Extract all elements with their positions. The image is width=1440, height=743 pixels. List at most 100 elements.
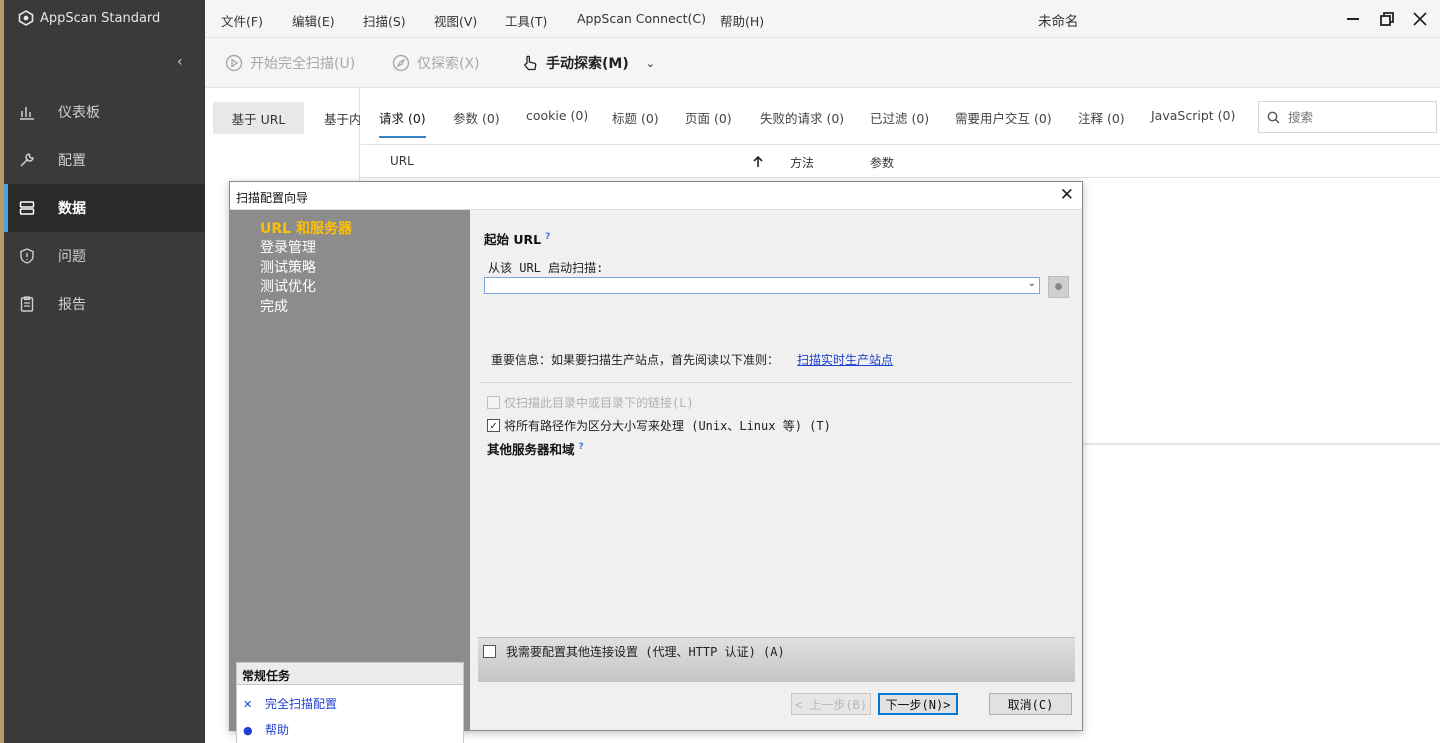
tab-javascript[interactable]: JavaScript (0) bbox=[1151, 108, 1235, 123]
document-title: 未命名 bbox=[1038, 14, 1079, 30]
menu-edit[interactable]: 编辑(E) bbox=[292, 11, 335, 30]
start-full-scan-label: 开始完全扫描(U) bbox=[250, 56, 356, 72]
start-url-title: 起始 URL bbox=[484, 232, 542, 247]
menu-scan[interactable]: 扫描(S) bbox=[363, 11, 406, 30]
dialog-title-bar: 扫描配置向导 ✕ bbox=[230, 182, 1082, 210]
minimize-icon[interactable] bbox=[1342, 8, 1364, 30]
menu-help[interactable]: 帮助(H) bbox=[720, 11, 764, 30]
case-sensitive-option: ✓ 将所有路径作为区分大小写来处理 (Unix、Linux 等) (T) bbox=[487, 417, 831, 434]
chevron-down-icon[interactable]: ⌄ bbox=[1028, 278, 1036, 289]
menu-tools[interactable]: 工具(T) bbox=[505, 11, 547, 30]
panel-divider bbox=[1083, 443, 1440, 445]
tab-failed-requests[interactable]: 失败的请求 (0) bbox=[760, 108, 844, 127]
next-button[interactable]: 下一步(N)> bbox=[878, 693, 958, 715]
close-icon[interactable]: ✕ bbox=[1060, 185, 1074, 205]
compass-icon bbox=[392, 54, 410, 72]
sort-ascending-icon[interactable] bbox=[752, 155, 764, 168]
dir-only-checkbox[interactable] bbox=[487, 396, 500, 409]
manual-explore-button[interactable]: 手动探索(M) ⌄ bbox=[521, 53, 655, 73]
sidebar-item-label: 报告 bbox=[58, 297, 86, 313]
tab-content-based[interactable]: 基于内 bbox=[304, 102, 360, 134]
sidebar-item-label: 仪表板 bbox=[58, 105, 100, 121]
menu-bar: 文件(F) 编辑(E) 扫描(S) 视图(V) 工具(T) AppScan Co… bbox=[205, 0, 1440, 38]
connection-settings-checkbox[interactable] bbox=[483, 645, 496, 658]
tab-url-based[interactable]: 基于 URL bbox=[213, 102, 304, 134]
other-servers-title: 其他服务器和域 bbox=[487, 442, 575, 457]
explore-only-button[interactable]: 仅探索(X) bbox=[392, 53, 480, 73]
search-icon bbox=[1267, 111, 1280, 123]
sidebar-item-label: 数据 bbox=[58, 201, 86, 217]
task-label: 帮助 bbox=[265, 723, 290, 737]
wizard-content: 起始 URL? 从该 URL 启动扫描: ⌄ ● 重要信息：如果要扫描生产站点，… bbox=[470, 210, 1082, 730]
menu-appscan-connect[interactable]: AppScan Connect(C) bbox=[577, 11, 706, 26]
sidebar-item-reports[interactable]: 报告 bbox=[4, 280, 205, 328]
database-icon bbox=[19, 201, 35, 215]
case-sensitive-label: 将所有路径作为区分大小写来处理 (Unix、Linux 等) (T) bbox=[504, 419, 831, 433]
manual-explore-label: 手动探索(M) bbox=[546, 56, 629, 72]
step-complete[interactable]: 完成 bbox=[260, 296, 288, 316]
tab-headers[interactable]: 标题 (0) bbox=[612, 108, 659, 127]
column-method[interactable]: 方法 bbox=[790, 154, 814, 171]
production-site-link[interactable]: 扫描实时生产站点 bbox=[797, 351, 893, 368]
column-parameters[interactable]: 参数 bbox=[870, 154, 894, 171]
step-login-management[interactable]: 登录管理 bbox=[260, 237, 316, 257]
restore-icon[interactable] bbox=[1376, 8, 1398, 30]
connection-settings-label: 我需要配置其他连接设置 (代理、HTTP 认证) (A) bbox=[506, 645, 785, 659]
tab-parameters[interactable]: 参数 (0) bbox=[453, 108, 500, 127]
tab-pages[interactable]: 页面 (0) bbox=[685, 108, 732, 127]
tab-filtered[interactable]: 已过滤 (0) bbox=[870, 108, 929, 127]
tab-comments[interactable]: 注释 (0) bbox=[1078, 108, 1125, 127]
cancel-button[interactable]: 取消(C) bbox=[989, 693, 1072, 715]
task-label: 完全扫描配置 bbox=[265, 697, 338, 711]
close-window-icon[interactable] bbox=[1409, 8, 1431, 30]
collapse-sidebar-icon[interactable]: ‹ bbox=[177, 54, 183, 70]
start-full-scan-button[interactable]: 开始完全扫描(U) bbox=[225, 53, 355, 73]
help-question-icon[interactable]: ? bbox=[545, 232, 550, 242]
explore-only-label: 仅探索(X) bbox=[417, 56, 480, 72]
wizard-steps-panel: URL 和服务器 登录管理 测试策略 测试优化 完成 常规任务 ✕ 完全扫描配置… bbox=[230, 210, 470, 743]
task-full-scan-config[interactable]: ✕ 完全扫描配置 bbox=[243, 695, 337, 712]
step-test-optimization[interactable]: 测试优化 bbox=[260, 276, 316, 296]
bar-chart-icon bbox=[20, 107, 34, 120]
tab-requests[interactable]: 请求 (0) bbox=[379, 108, 426, 138]
sidebar-item-dashboard[interactable]: 仪表板 bbox=[4, 88, 205, 136]
tab-cookies[interactable]: cookie (0) bbox=[526, 108, 588, 123]
search-input[interactable] bbox=[1288, 109, 1418, 125]
step-url-servers[interactable]: URL 和服务器 bbox=[260, 218, 352, 238]
tab-user-interaction[interactable]: 需要用户交互 (0) bbox=[955, 108, 1052, 127]
other-servers-section: 其他服务器和域? bbox=[487, 439, 584, 458]
brand: AppScan Standard bbox=[18, 10, 160, 26]
start-url-combobox[interactable]: ⌄ bbox=[484, 277, 1040, 294]
dir-only-label: 仅扫描此目录中或目录下的链接(L) bbox=[504, 396, 694, 410]
dot-icon: ● bbox=[1054, 282, 1063, 292]
case-sensitive-checkbox[interactable]: ✓ bbox=[487, 419, 500, 432]
divider bbox=[480, 382, 1072, 383]
help-question-icon[interactable]: ? bbox=[579, 442, 584, 452]
connection-settings-option: 我需要配置其他连接设置 (代理、HTTP 认证) (A) bbox=[483, 643, 785, 660]
wrench-icon bbox=[20, 153, 34, 167]
column-url[interactable]: URL bbox=[390, 154, 414, 168]
clipboard-icon bbox=[20, 296, 34, 312]
url-options-button[interactable]: ● bbox=[1048, 276, 1069, 298]
start-url-section: 起始 URL? bbox=[484, 229, 550, 248]
start-url-label: 从该 URL 启动扫描: bbox=[488, 261, 604, 275]
help-icon: ● bbox=[243, 723, 253, 737]
sidebar-item-label: 配置 bbox=[58, 153, 86, 169]
sidebar-item-config[interactable]: 配置 bbox=[4, 136, 205, 184]
sidebar-item-data[interactable]: 数据 bbox=[4, 184, 205, 232]
content-tabs: 请求 (0) 参数 (0) cookie (0) 标题 (0) 页面 (0) 失… bbox=[361, 88, 1440, 145]
search-box bbox=[1258, 101, 1437, 133]
dir-only-option: 仅扫描此目录中或目录下的链接(L) bbox=[487, 394, 694, 411]
appscan-logo-icon bbox=[18, 10, 34, 26]
menu-file[interactable]: 文件(F) bbox=[221, 11, 263, 30]
sidebar-item-issues[interactable]: 问题 bbox=[4, 232, 205, 280]
task-help[interactable]: ● 帮助 bbox=[243, 721, 289, 738]
step-test-policy[interactable]: 测试策略 bbox=[260, 257, 316, 277]
hand-pointer-icon bbox=[524, 55, 537, 71]
wrench-cross-icon: ✕ bbox=[243, 697, 253, 711]
brand-name: AppScan Standard bbox=[40, 10, 161, 26]
previous-button[interactable]: < 上一步(B) bbox=[791, 693, 871, 715]
sidebar-item-label: 问题 bbox=[58, 249, 86, 265]
menu-view[interactable]: 视图(V) bbox=[434, 11, 477, 30]
chevron-down-icon[interactable]: ⌄ bbox=[646, 57, 655, 70]
